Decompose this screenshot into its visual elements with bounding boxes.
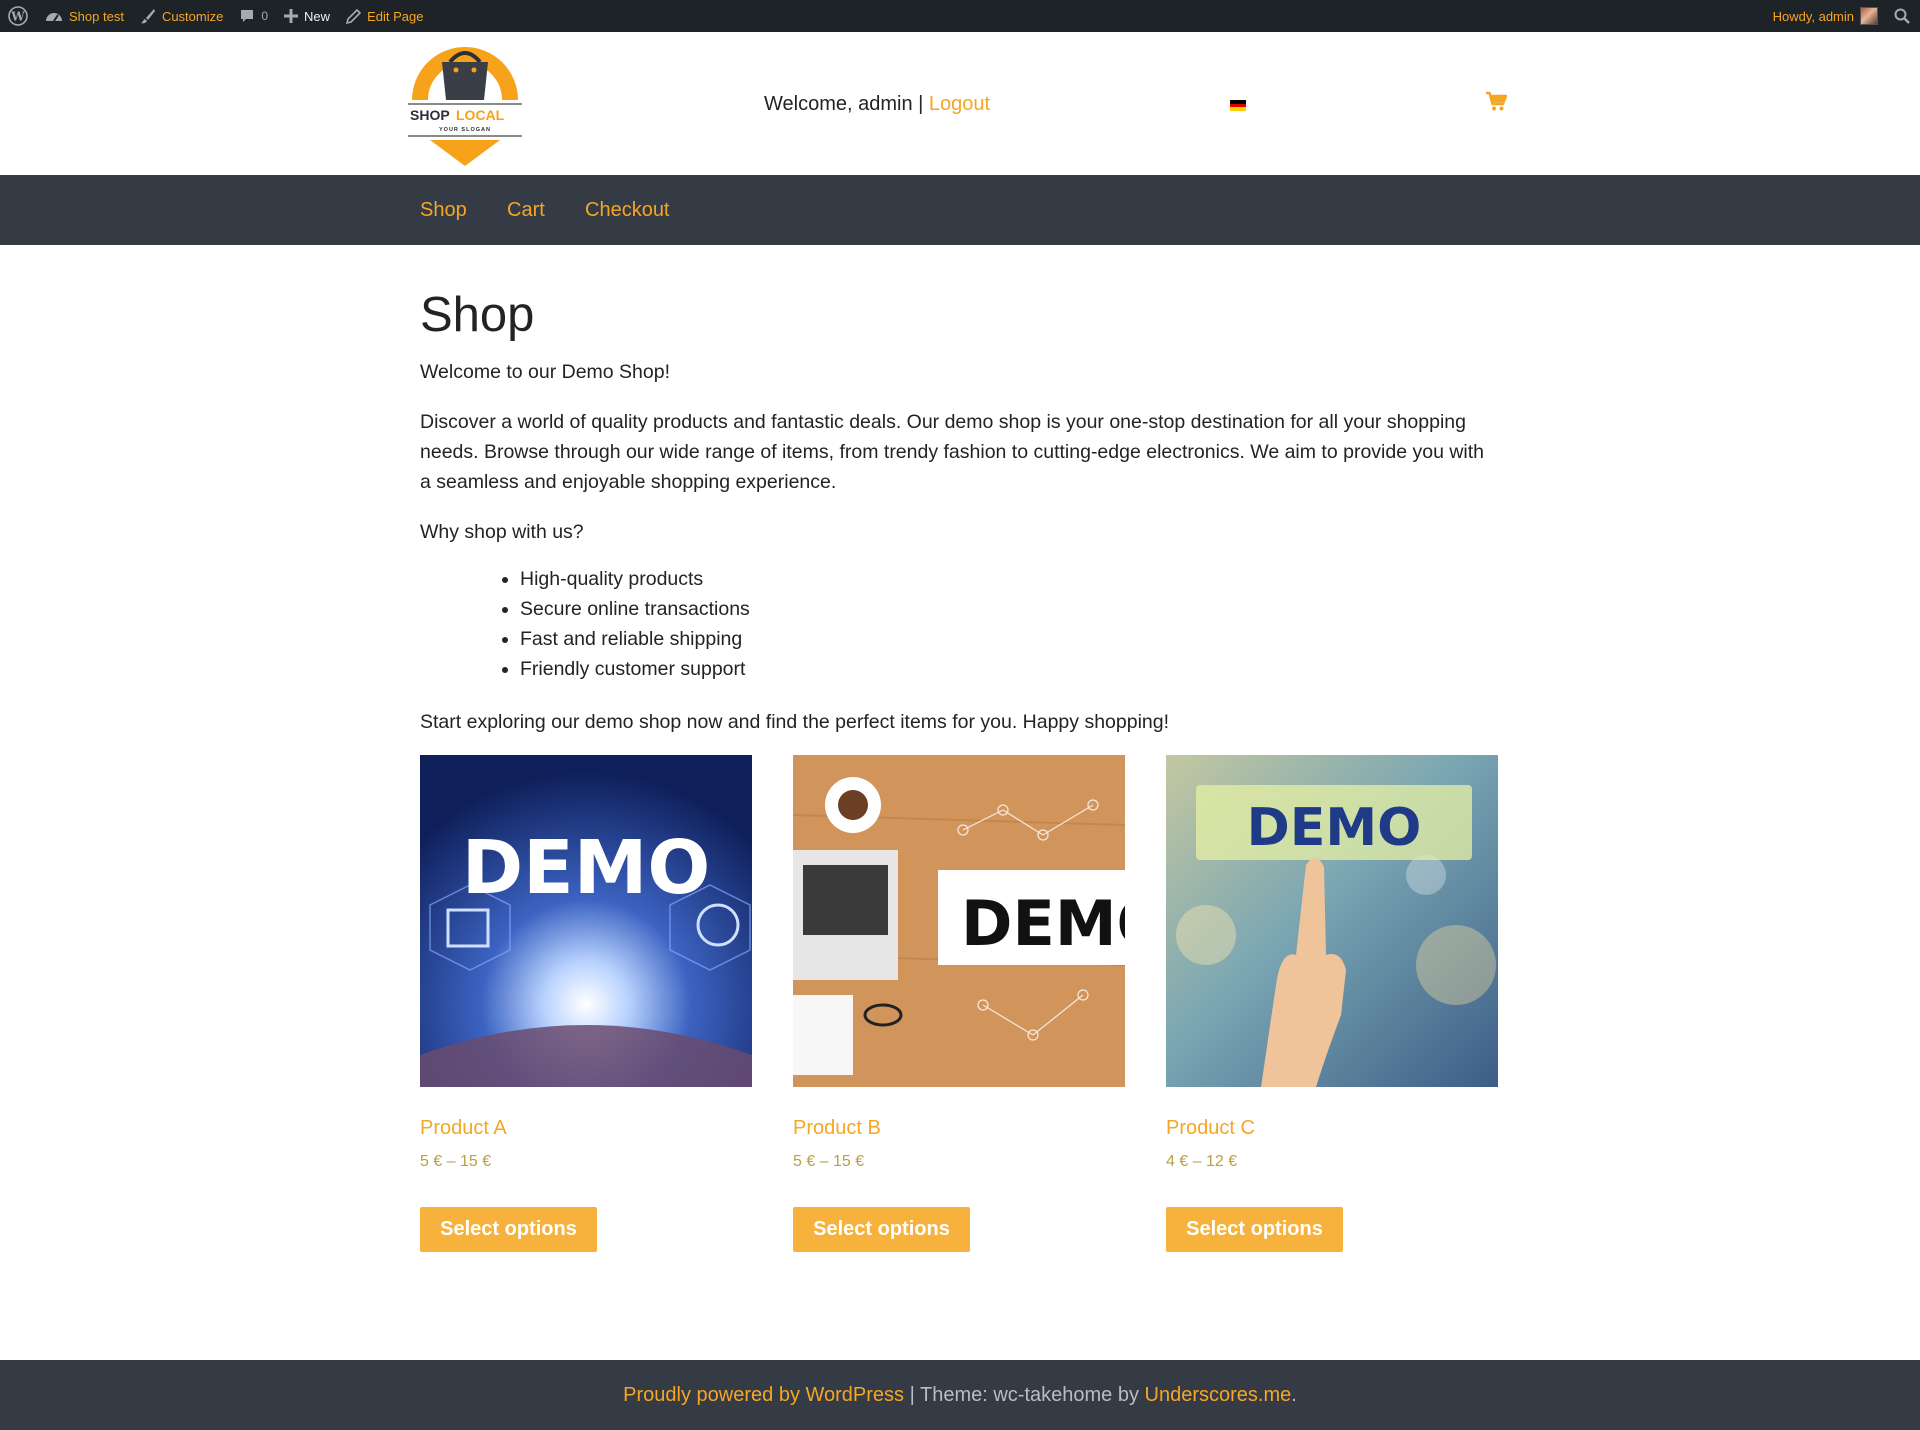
admin-bar-edit-page[interactable]: Edit Page xyxy=(338,0,431,32)
product-title[interactable]: Product B xyxy=(793,1117,881,1140)
admin-bar-new[interactable]: New xyxy=(276,0,338,32)
wordpress-menu[interactable]: W xyxy=(0,0,37,32)
select-options-button[interactable]: Select options xyxy=(420,1207,597,1252)
product-title[interactable]: Product C xyxy=(1166,1117,1255,1140)
product-price: 5 € – 15 € xyxy=(420,1153,492,1170)
plus-icon xyxy=(284,9,299,23)
logo-brand-2: LOCAL xyxy=(456,107,505,123)
welcome-message: Welcome, admin | Logout xyxy=(764,93,990,116)
logo-slogan: YOUR SLOGAN xyxy=(439,127,491,133)
benefits-list: High-quality products Secure online tran… xyxy=(520,564,750,684)
site-footer: Proudly powered by WordPress | Theme: wc… xyxy=(0,1360,1920,1430)
de-flag-icon[interactable] xyxy=(1230,100,1246,112)
svg-text:W: W xyxy=(10,10,25,24)
product-image[interactable]: DEMO xyxy=(793,755,1125,1087)
admin-bar-left: W Shop test Customize 0 New Edit Page xyxy=(0,0,431,32)
shopping-cart-icon[interactable] xyxy=(1485,90,1508,112)
shop-local-logo: SHOP LOCAL YOUR SLOGAN xyxy=(408,47,522,166)
list-item: Secure online transactions xyxy=(520,594,750,624)
site-header: SHOP LOCAL YOUR SLOGAN Welcome, admin | … xyxy=(0,32,1920,175)
product-image-text: DEMO xyxy=(961,887,1125,960)
nav-item-shop[interactable]: Shop xyxy=(420,199,467,222)
my-account-menu[interactable]: Howdy, admin xyxy=(1765,0,1886,32)
pencil-icon xyxy=(346,8,362,24)
admin-bar-site-link[interactable]: Shop test xyxy=(37,0,132,32)
product-image[interactable]: DEMO xyxy=(420,755,752,1087)
wordpress-logo-icon: W xyxy=(8,6,28,26)
site-logo[interactable]: SHOP LOCAL YOUR SLOGAN xyxy=(406,42,524,166)
page-title: Shop xyxy=(420,288,535,342)
logout-link[interactable]: Logout xyxy=(929,93,990,115)
product-title[interactable]: Product A xyxy=(420,1117,507,1140)
admin-bar-search[interactable] xyxy=(1886,0,1920,32)
product-card: DEMO Product C 4 € – 12 € Select options xyxy=(1166,755,1498,1252)
intro-text: Welcome to our Demo Shop! xyxy=(420,361,671,383)
dashboard-icon xyxy=(46,13,62,22)
why-heading: Why shop with us? xyxy=(420,521,584,543)
customize-label: Customize xyxy=(161,8,224,24)
edit-page-label: Edit Page xyxy=(367,8,424,24)
site-name-label: Shop test xyxy=(69,8,124,24)
footer-separator: | Theme: wc-takehome by xyxy=(904,1384,1145,1406)
product-card: DEMO Product B 5 € – 15 € Select options xyxy=(793,755,1125,1252)
nav-item-cart[interactable]: Cart xyxy=(507,199,545,222)
product-image-text: DEMO xyxy=(462,825,711,911)
howdy-label: Howdy, admin xyxy=(1772,8,1854,24)
welcome-text: Welcome, admin | xyxy=(764,93,929,115)
admin-bar-right: Howdy, admin xyxy=(1765,0,1920,32)
search-icon xyxy=(1894,8,1910,24)
description-text: Discover a world of quality products and… xyxy=(420,411,1485,493)
brush-icon xyxy=(140,9,155,24)
admin-bar: W Shop test Customize 0 New Edit Page Ho… xyxy=(0,0,1920,32)
closing-text: Start exploring our demo shop now and fi… xyxy=(420,711,1170,733)
select-options-button[interactable]: Select options xyxy=(793,1207,970,1252)
list-item: Friendly customer support xyxy=(520,654,750,684)
logo-brand-1: SHOP xyxy=(410,107,450,123)
wordpress-link[interactable]: Proudly powered by WordPress xyxy=(623,1384,904,1406)
underscores-link[interactable]: Underscores.me xyxy=(1145,1384,1292,1406)
select-options-button[interactable]: Select options xyxy=(1166,1207,1343,1252)
nav-item-checkout[interactable]: Checkout xyxy=(585,199,670,222)
product-price: 4 € – 12 € xyxy=(1166,1153,1238,1170)
comment-icon xyxy=(241,10,254,22)
footer-end: . xyxy=(1291,1384,1297,1406)
product-card: DEMO Product A 5 € – 15 € Select options xyxy=(420,755,752,1252)
primary-navigation: Shop Cart Checkout xyxy=(0,175,1920,245)
list-item: Fast and reliable shipping xyxy=(520,624,750,654)
avatar xyxy=(1860,7,1878,25)
admin-bar-comments[interactable]: 0 xyxy=(231,0,276,32)
comments-count: 0 xyxy=(261,9,269,23)
admin-bar-customize[interactable]: Customize xyxy=(132,0,231,32)
product-image[interactable]: DEMO xyxy=(1166,755,1498,1087)
product-price: 5 € – 15 € xyxy=(793,1153,865,1170)
product-image-text: DEMO xyxy=(1247,798,1422,858)
new-label: New xyxy=(304,8,331,24)
list-item: High-quality products xyxy=(520,564,750,594)
